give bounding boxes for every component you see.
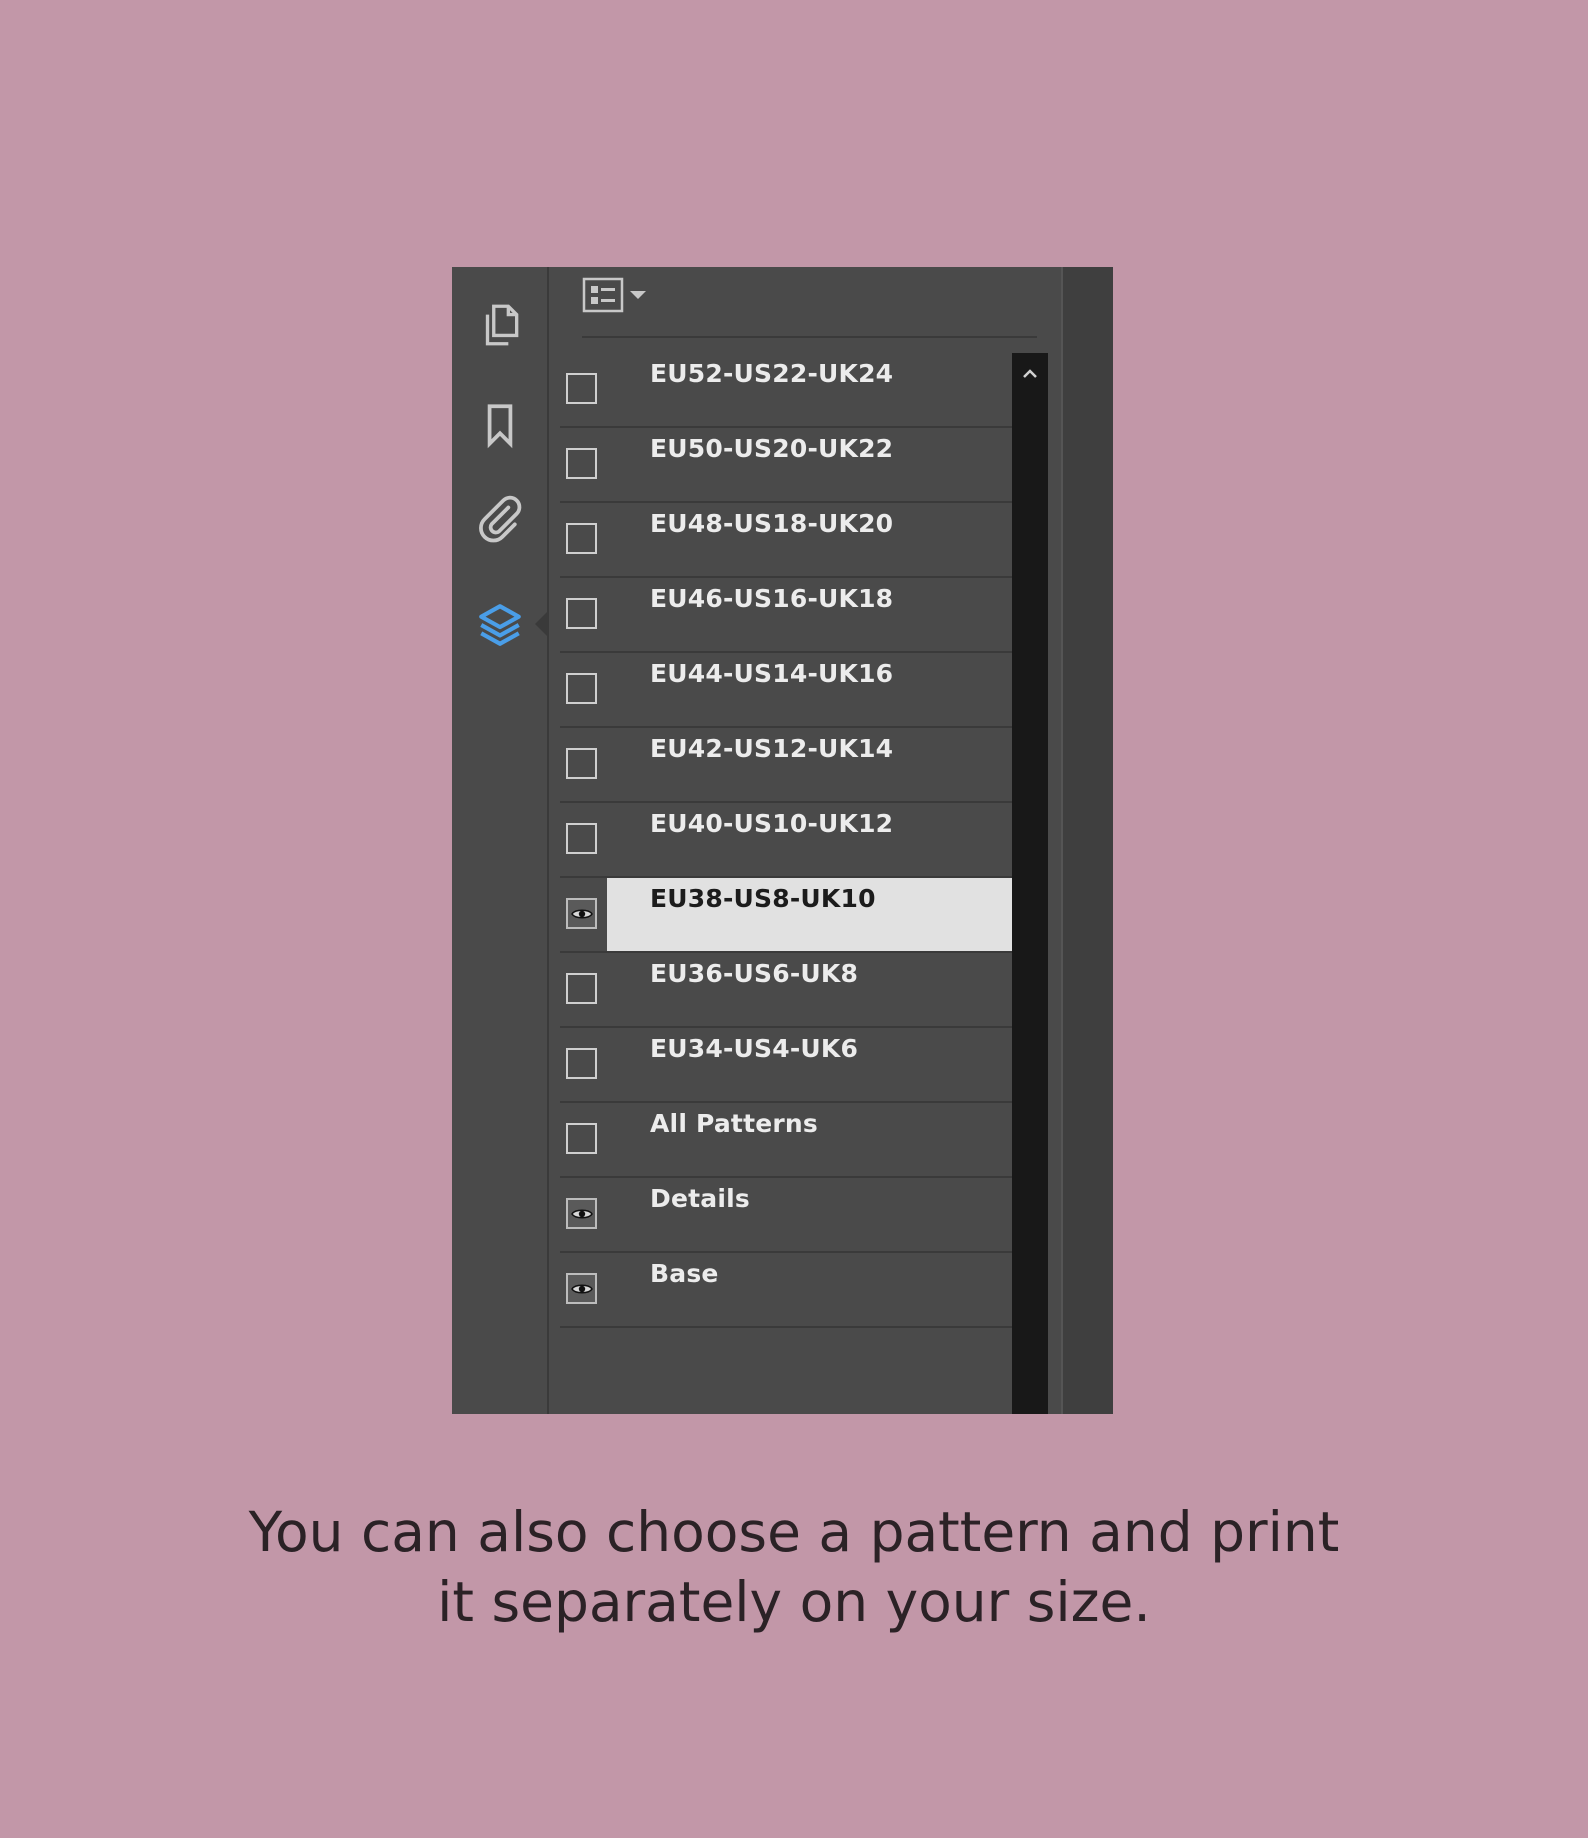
visibility-toggle-off[interactable] (566, 973, 597, 1004)
list-options-icon (582, 277, 624, 313)
layer-label: EU40-US10-UK12 (650, 809, 894, 838)
layer-row[interactable]: EU36-US6-UK8 (560, 953, 1012, 1028)
layer-label: EU52-US22-UK24 (650, 359, 894, 388)
visibility-toggle-off[interactable] (566, 523, 597, 554)
layer-label: EU42-US12-UK14 (650, 734, 894, 763)
visibility-toggle-off[interactable] (566, 823, 597, 854)
layer-row[interactable]: EU48-US18-UK20 (560, 503, 1012, 578)
visibility-toggle-off[interactable] (566, 373, 597, 404)
layer-row[interactable]: Base (560, 1253, 1012, 1328)
layer-row[interactable]: EU42-US12-UK14 (560, 728, 1012, 803)
layer-label: EU38-US8-UK10 (650, 884, 876, 913)
visibility-toggle-off[interactable] (566, 673, 597, 704)
layer-label: Base (650, 1259, 719, 1288)
layer-label: EU34-US4-UK6 (650, 1034, 859, 1063)
options-menu-button[interactable] (582, 273, 662, 317)
layer-label: EU36-US6-UK8 (650, 959, 859, 988)
layer-row[interactable]: Details (560, 1178, 1012, 1253)
layer-row[interactable]: EU50-US20-UK22 (560, 428, 1012, 503)
layer-label: EU44-US14-UK16 (650, 659, 894, 688)
layer-label: Details (650, 1184, 750, 1213)
layer-label: EU50-US20-UK22 (650, 434, 894, 463)
scrollbar[interactable] (1012, 353, 1048, 1414)
layer-row[interactable]: EU34-US4-UK6 (560, 1028, 1012, 1103)
layer-row[interactable]: EU52-US22-UK24 (560, 353, 1012, 428)
visibility-toggle-off[interactable] (566, 1123, 597, 1154)
pages-icon[interactable] (472, 297, 528, 353)
visibility-toggle-off[interactable] (566, 1048, 597, 1079)
layer-row[interactable]: All Patterns (560, 1103, 1012, 1178)
layer-label: EU46-US16-UK18 (650, 584, 894, 613)
eye-icon (570, 909, 593, 918)
visibility-toggle-on[interactable] (566, 1273, 597, 1304)
layer-row[interactable]: EU46-US16-UK18 (560, 578, 1012, 653)
chevron-up-icon (1023, 369, 1037, 378)
layers-panel: EU52-US22-UK24 EU50-US20-UK22 EU48-US18-UK… (452, 267, 1113, 1414)
layer-row[interactable]: EU40-US10-UK12 (560, 803, 1012, 878)
active-pointer (535, 610, 549, 638)
layer-label: EU48-US18-UK20 (650, 509, 894, 538)
layer-list: EU52-US22-UK24 EU50-US20-UK22 EU48-US18-UK… (560, 353, 1012, 1328)
layer-row[interactable]: EU38-US8-UK10 (560, 878, 1012, 953)
visibility-toggle-off[interactable] (566, 598, 597, 629)
chevron-down-icon (630, 291, 646, 299)
visibility-toggle-on[interactable] (566, 898, 597, 929)
layer-row[interactable]: EU44-US14-UK16 (560, 653, 1012, 728)
visibility-toggle-on[interactable] (566, 1198, 597, 1229)
caption-line-1: You can also choose a pattern and print (248, 1500, 1340, 1564)
bookmark-icon[interactable] (472, 397, 528, 453)
caption-line-2: it separately on your size. (437, 1570, 1151, 1634)
paperclip-icon[interactable] (472, 492, 528, 548)
caption: You can also choose a pattern and print … (0, 1497, 1588, 1637)
visibility-toggle-off[interactable] (566, 448, 597, 479)
scroll-up-button[interactable] (1012, 361, 1048, 387)
layer-label: All Patterns (650, 1109, 818, 1138)
eye-icon (570, 1209, 593, 1218)
eye-icon (570, 1284, 593, 1293)
side-rail (452, 267, 549, 1414)
panel-edge (1061, 267, 1113, 1414)
visibility-toggle-off[interactable] (566, 748, 597, 779)
toolbar-divider (582, 336, 1037, 338)
layers-icon[interactable] (472, 597, 528, 653)
